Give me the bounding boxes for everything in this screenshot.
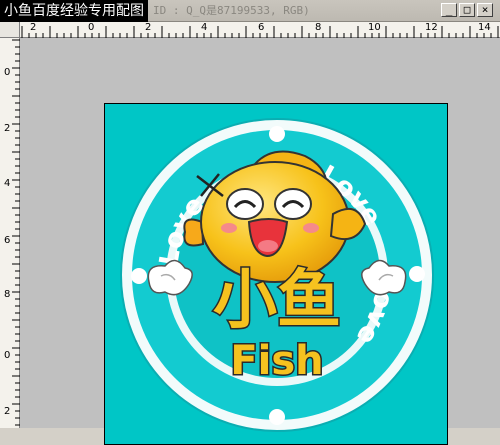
ruler-label: 6	[258, 22, 265, 33]
ruler-label: 0	[4, 350, 11, 361]
maximize-button[interactable]: □	[459, 3, 475, 17]
ring-dot	[409, 266, 425, 282]
horizontal-ruler[interactable]: 2 0 2 4 6 8 10 12 14	[20, 22, 500, 38]
ruler-label: 2	[145, 22, 152, 33]
ruler-label: 8	[4, 289, 11, 300]
maximize-icon: □	[463, 3, 471, 16]
vertical-ruler-ticks	[12, 39, 20, 426]
ruler-label: 2	[4, 406, 11, 417]
minimize-icon: _	[445, 3, 453, 16]
ring-dot	[269, 126, 285, 142]
ruler-label: 4	[4, 178, 11, 189]
ruler-label: 0	[4, 67, 11, 78]
ruler-corner[interactable]	[0, 22, 20, 38]
image-canvas[interactable]: Love Love Love	[104, 103, 448, 445]
artwork-title: 小鱼	[213, 264, 341, 338]
ruler-label: 4	[201, 22, 208, 33]
window-titlebar: 小鱼百度经验专用配图 ID : Q_Q是87199533, RGB) _ □ ×	[0, 0, 500, 22]
close-button[interactable]: ×	[477, 3, 493, 17]
ruler-label: 14	[478, 22, 491, 33]
ring-dot	[269, 409, 285, 425]
ruler-label: 2	[4, 123, 11, 134]
ruler-label: 0	[88, 22, 95, 33]
ring-dot	[131, 268, 147, 284]
xiaoyu-badge-artwork: Love Love Love	[120, 118, 434, 432]
document-info: ID : Q_Q是87199533, RGB)	[153, 4, 310, 17]
vertical-ruler[interactable]: 0 2 4 6 8 0 2	[0, 38, 20, 428]
ruler-label: 6	[4, 235, 11, 246]
ruler-label: 2	[30, 22, 37, 33]
ruler-label: 12	[425, 22, 438, 33]
close-icon: ×	[481, 3, 489, 16]
ruler-label: 10	[368, 22, 381, 33]
ruler-label: 8	[315, 22, 322, 33]
window-title: 小鱼百度经验专用配图	[0, 0, 148, 22]
minimize-button[interactable]: _	[441, 3, 457, 17]
workspace[interactable]: Love Love Love	[20, 38, 500, 445]
artwork-subtitle: Fish	[230, 338, 323, 384]
